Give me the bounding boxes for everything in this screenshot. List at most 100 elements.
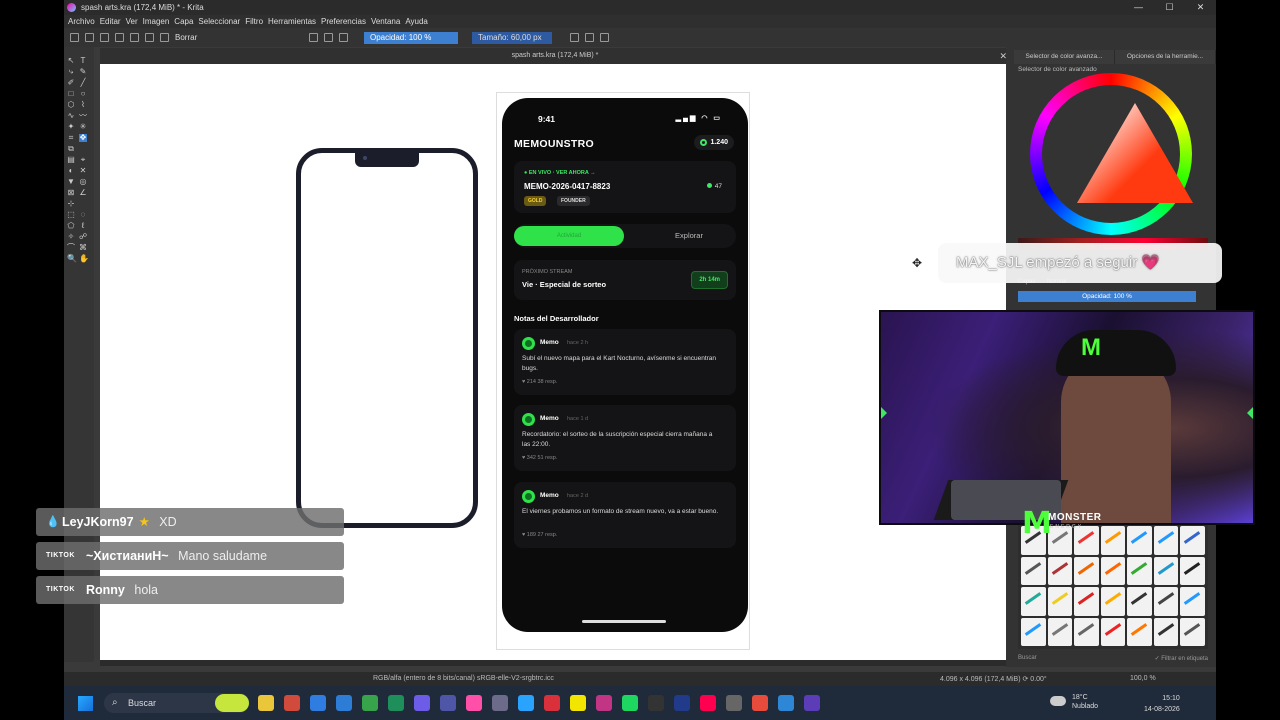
brush-preset[interactable] (1180, 556, 1205, 585)
taskbar-app-icon[interactable] (570, 695, 586, 711)
rect-select-icon[interactable]: ⬚ (67, 211, 75, 219)
smart-patch-2-icon[interactable]: ✕ (79, 167, 87, 175)
taskbar-app-icon[interactable] (362, 695, 378, 711)
layer-opacity-slider[interactable]: Opacidad: 100 % (1018, 291, 1196, 302)
taskbar-app-icon[interactable] (466, 695, 482, 711)
taskbar-app-icon[interactable] (336, 695, 352, 711)
taskbar-app-icon[interactable] (284, 695, 300, 711)
brush-preset[interactable] (1021, 617, 1046, 646)
pan-tool-icon[interactable]: ✋ (79, 255, 89, 263)
brush-preset[interactable] (1153, 526, 1179, 555)
brush-preset[interactable] (1021, 556, 1046, 585)
line-tool-icon[interactable]: ╱ (79, 79, 87, 87)
dynamic-brush-icon[interactable]: ✦ (67, 123, 75, 131)
brush-presets-icon[interactable] (160, 33, 169, 42)
tab-color-selector[interactable]: Selector de color avanza... (1014, 50, 1115, 64)
smart-patch-icon[interactable] (79, 145, 87, 153)
brush-preset[interactable] (1127, 526, 1152, 555)
taskbar-app-icon[interactable] (310, 695, 326, 711)
taskbar-app-icon[interactable] (414, 695, 430, 711)
filter-by-tag-checkbox[interactable]: ✓ Filtrar en etiqueta (1155, 655, 1208, 662)
taskbar-search[interactable]: ⌕ Buscar (104, 693, 249, 713)
taskbar-app-icon[interactable] (596, 695, 612, 711)
ellipse-tool-icon[interactable]: ○ (79, 90, 87, 98)
text-tool-icon[interactable]: T (79, 57, 87, 65)
color-wheel[interactable] (1030, 73, 1193, 235)
weather-widget[interactable]: 18°C Nublado (1050, 693, 1098, 711)
taskbar-app-icon[interactable] (804, 695, 820, 711)
system-clock[interactable]: 15:10 14-08-2026 (1144, 693, 1180, 715)
polyline-tool-icon[interactable]: ⌇ (79, 101, 87, 109)
brush-search-input[interactable]: Buscar (1018, 655, 1037, 661)
menu-herramientas[interactable]: Herramientas (268, 17, 316, 26)
move-tool-icon[interactable]: ✥ (79, 134, 87, 142)
tab-tool-options[interactable]: Opciones de la herramie... (1115, 50, 1216, 64)
rectangle-tool-icon[interactable]: □ (67, 90, 75, 98)
color-swap-icon[interactable] (145, 33, 154, 42)
freehand-select-icon[interactable]: ℓ (79, 222, 87, 230)
taskbar-app-icon[interactable] (622, 695, 638, 711)
open-document-icon[interactable] (85, 33, 94, 42)
pattern-icon[interactable] (130, 33, 139, 42)
brush-preset[interactable] (1047, 556, 1073, 585)
menu-preferencias[interactable]: Preferencias (321, 17, 366, 26)
brush-preset[interactable] (1047, 587, 1073, 616)
menu-archivo[interactable]: Archivo (68, 17, 95, 26)
taskbar-app-icon[interactable] (258, 695, 274, 711)
magnetic-select-icon[interactable]: ⌘ (79, 244, 87, 252)
colorize-mask-icon[interactable]: ◐ (67, 167, 75, 175)
taskbar-app-icon[interactable] (752, 695, 768, 711)
menu-imagen[interactable]: Imagen (143, 17, 170, 26)
menu-capa[interactable]: Capa (174, 17, 193, 26)
menu-ventana[interactable]: Ventana (371, 17, 400, 26)
brush-preset[interactable] (1100, 617, 1126, 646)
taskbar-app-icon[interactable] (544, 695, 560, 711)
multibrush-icon[interactable]: ✳ (79, 123, 87, 131)
select-tool-icon[interactable]: ↖ (67, 57, 75, 65)
gradient-icon[interactable] (115, 33, 124, 42)
brush-preset[interactable] (1047, 617, 1073, 646)
brush-preset[interactable] (1180, 526, 1205, 555)
contiguous-select-icon[interactable]: ✧ (67, 233, 75, 241)
zoom-level[interactable]: 100,0 % (1130, 675, 1156, 682)
brush-tool-icon[interactable]: ✐ (67, 79, 75, 87)
close-button[interactable]: ✕ (1185, 0, 1216, 15)
brush-preset[interactable] (1021, 587, 1046, 616)
gradient-tool-icon[interactable]: ▤ (67, 156, 75, 164)
eraser-mode-icon[interactable] (309, 33, 318, 42)
save-icon[interactable] (100, 33, 109, 42)
preserve-alpha-icon[interactable] (324, 33, 333, 42)
taskbar-app-icon[interactable] (648, 695, 664, 711)
brush-preset[interactable] (1153, 556, 1179, 585)
taskbar-app-icon[interactable] (700, 695, 716, 711)
color-picker-icon[interactable]: ⌖ (79, 156, 87, 164)
brush-preset-name[interactable]: Borrar (175, 33, 303, 42)
taskbar-app-icon[interactable] (726, 695, 742, 711)
fill-tool-icon[interactable]: ▼ (67, 178, 75, 186)
wrap-around-icon[interactable] (600, 33, 609, 42)
horizontal-scrollbar[interactable] (100, 660, 1006, 666)
brush-preset[interactable] (1127, 587, 1152, 616)
measure-tool-icon[interactable]: ∠ (79, 189, 87, 197)
document-tab[interactable]: spash arts.kra (172,4 MiB) * ✕ (100, 48, 1010, 64)
similar-select-icon[interactable]: ☍ (79, 233, 87, 241)
windows-start-icon[interactable] (78, 696, 93, 711)
taskbar-app-icon[interactable] (518, 695, 534, 711)
edit-shapes-icon[interactable]: ⤷ (67, 68, 75, 76)
taskbar-app-icon[interactable] (440, 695, 456, 711)
brush-preset[interactable] (1100, 556, 1126, 585)
ellipse-select-icon[interactable]: ◌ (79, 211, 87, 219)
calligraphy-icon[interactable]: ✎ (79, 68, 87, 76)
mirror-vertical-icon[interactable] (585, 33, 594, 42)
taskbar-app-icon[interactable] (674, 695, 690, 711)
freehand-path-icon[interactable]: 〰 (79, 112, 87, 120)
poly-select-icon[interactable]: ⬠ (67, 222, 75, 230)
zoom-tool-icon[interactable]: 🔍 (67, 255, 77, 263)
minimize-button[interactable]: — (1123, 0, 1154, 15)
bezier-tool-icon[interactable]: ∿ (67, 112, 75, 120)
reload-preset-icon[interactable] (339, 33, 348, 42)
transform-tool-icon[interactable]: ⧉ (67, 145, 75, 153)
menu-ver[interactable]: Ver (126, 17, 138, 26)
brush-preset[interactable] (1074, 556, 1099, 585)
assistant-tool-icon[interactable]: ⊠ (67, 189, 75, 197)
